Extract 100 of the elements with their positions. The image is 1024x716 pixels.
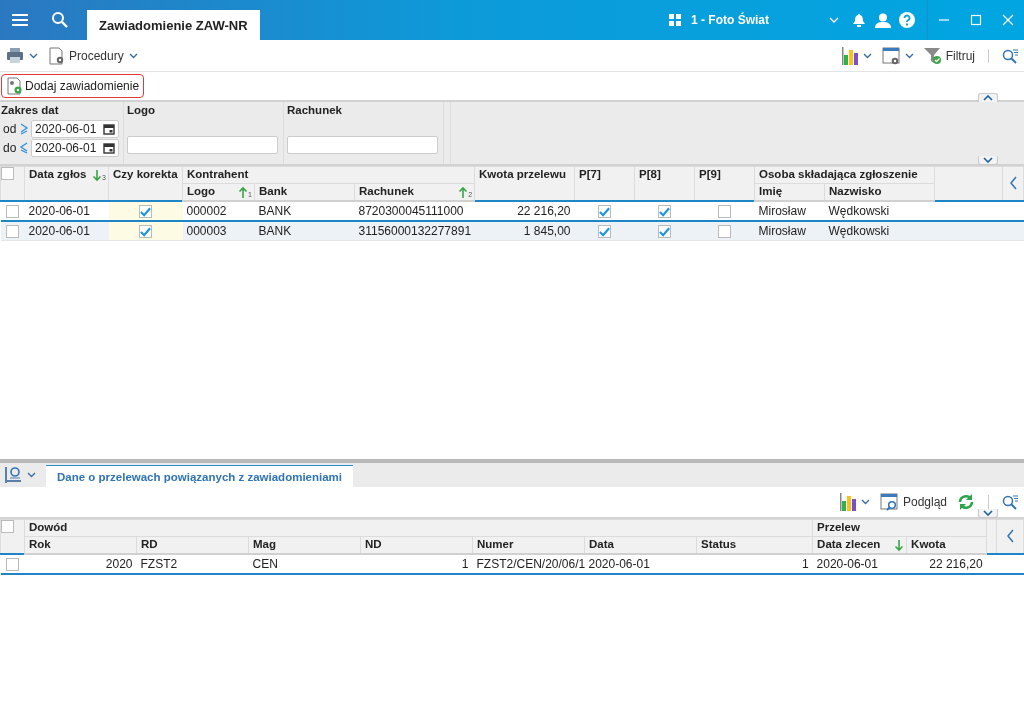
quick-search-button[interactable] [1002,494,1018,510]
expand-icon [983,510,993,516]
caret-icon [29,52,38,59]
bar-chart-icon [839,493,856,511]
table-cell: 1 [360,554,473,574]
column-group-header: Dowód [24,519,813,537]
add-notification-button[interactable]: Dodaj zawiadomienie [1,74,145,98]
column-header[interactable]: P[7] [574,166,635,201]
apps-icon [669,14,681,26]
table-cell: CEN [248,554,361,574]
menu-icon [11,12,29,28]
maximize-icon [970,14,982,26]
side-panel-button[interactable] [1006,528,1014,543]
search-icon [1002,494,1018,510]
input-field[interactable] [127,136,278,154]
date-field[interactable]: 2020-06-01 [31,139,119,157]
minimize-icon [939,19,949,21]
close-icon [1002,14,1014,26]
collapse-icon [983,95,993,101]
input-field[interactable] [287,136,438,154]
print-button[interactable] [6,47,38,64]
field-label: od [3,122,17,136]
procedures-button[interactable]: Procedury [48,46,138,65]
caret-icon [128,52,138,59]
chevron-left-icon [1006,528,1014,543]
document-tab[interactable]: Zawiadomienie ZAW-NR [87,10,260,40]
expand-button[interactable] [978,509,998,518]
column-group-header: Kontrahent [182,166,475,184]
filter-label: Zakres dat [0,104,60,118]
printer-icon [6,47,24,64]
checkbox[interactable] [598,225,612,239]
chevron-left-icon [1009,175,1017,190]
column-header[interactable]: P[9] [694,166,755,201]
calendar-icon [103,123,115,135]
caret-icon [862,52,872,59]
checkbox[interactable] [658,205,672,219]
table-cell: 2020 [24,554,137,574]
filter-button[interactable]: Filtruj [923,47,975,64]
select-all-checkbox[interactable] [1,520,14,534]
bar-chart-icon [841,46,858,65]
field-label: do [3,141,17,155]
refresh-button[interactable] [957,493,975,511]
table-cell: 2020-06-01 [812,554,907,574]
filter-label: Logo [127,104,157,118]
checkmark-icon [599,206,611,217]
column-header[interactable]: Kwota przelewu [474,166,575,201]
row-checkbox[interactable] [6,225,19,239]
row-checkbox[interactable] [6,558,19,572]
checkbox[interactable] [139,205,152,219]
table-cell: 22 216,20 [906,554,987,574]
checkmark-icon [140,226,151,237]
expand-icon [983,157,993,163]
view-settings-button[interactable] [881,46,914,65]
row-checkbox[interactable] [6,205,19,219]
user-icon [875,12,891,28]
search-icon [1002,47,1018,64]
column-header[interactable]: P[8] [634,166,695,201]
checkmark-icon [599,226,611,237]
column-header[interactable]: Czy korekta [108,166,183,201]
panel-search-icon [4,466,22,484]
checkbox[interactable] [658,225,672,239]
side-panel-button[interactable] [1009,175,1017,190]
checkmark-icon [659,206,671,217]
greater-equal-icon [19,123,29,135]
caret-icon [904,52,914,59]
table-cell: 1 [696,554,813,574]
charts-button[interactable] [839,493,870,511]
table-cell: FZST2 [136,554,249,574]
checkbox[interactable] [598,205,612,219]
quick-search-button[interactable] [1002,47,1018,64]
less-equal-icon [19,142,29,154]
bell-icon [852,12,866,28]
checkmark-icon [659,226,671,237]
panel-options-button[interactable] [4,466,36,484]
filter-label: Rachunek [287,104,343,118]
expand-button[interactable] [978,156,998,165]
help-icon [899,12,915,28]
window-gear-icon [881,46,900,65]
checkbox[interactable] [718,225,732,239]
document-gear-icon [48,46,64,65]
window-search-icon [879,493,898,511]
checkbox[interactable] [139,225,152,239]
checkbox[interactable] [718,205,732,219]
charts-button[interactable] [841,46,872,65]
caret-icon [860,499,870,505]
panel-tab[interactable]: Dane o przelewach powiązanych z zawiadomieniami [46,465,354,487]
table-cell: FZST2/CEN/20/06/1 [472,554,585,574]
select-all-checkbox[interactable] [1,167,14,181]
caret-icon [829,16,839,24]
filter-icon [923,47,941,64]
checkmark-icon [140,206,151,217]
caret-icon [27,472,36,478]
column-group-header: Przelew [812,519,987,537]
preview-button[interactable]: Podgląd [879,493,947,511]
date-field[interactable]: 2020-06-01 [31,120,119,138]
column-group-header: Osoba składająca zgłoszenie [754,166,935,184]
table-cell: 2020-06-01 [584,554,697,574]
search-icon [51,11,69,29]
calendar-icon [103,142,115,154]
document-gear-icon [6,77,22,95]
